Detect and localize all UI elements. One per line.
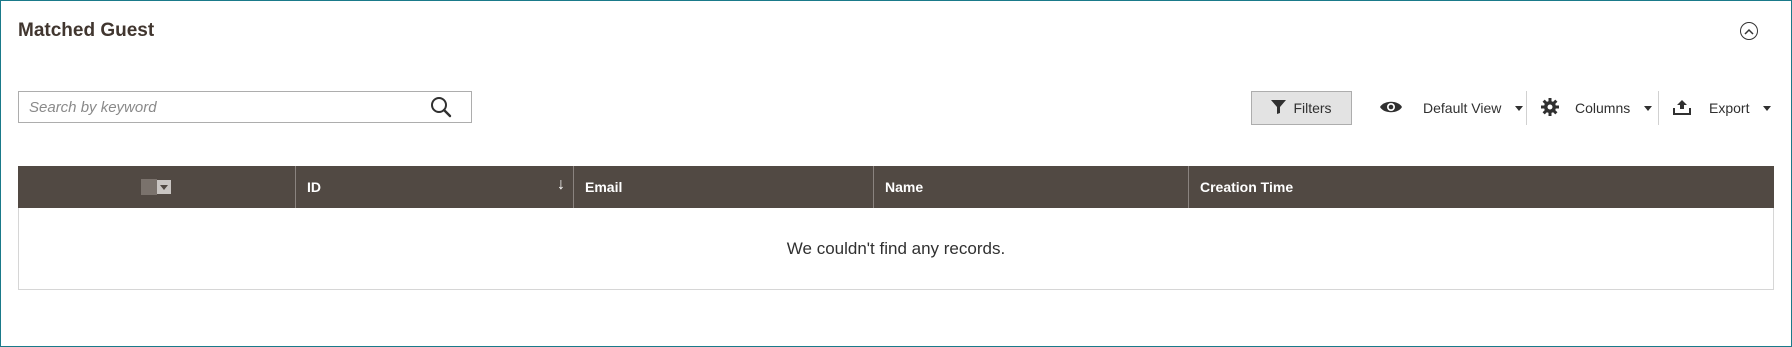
chevron-down-icon: [1763, 105, 1772, 111]
grid-header-row: ID ↓ Email Name Creation Time: [18, 166, 1774, 208]
search-icon[interactable]: [427, 93, 455, 121]
eye-icon: [1379, 99, 1403, 118]
toolbar-divider: [1658, 91, 1659, 125]
chevron-down-icon: [1515, 105, 1524, 111]
chevron-down-icon: [1644, 105, 1653, 111]
filters-button[interactable]: Filters: [1251, 91, 1352, 125]
column-header-label: Name: [885, 179, 924, 195]
filters-label: Filters: [1293, 100, 1332, 116]
column-header-creation-time[interactable]: Creation Time: [1189, 166, 1774, 208]
funnel-icon: [1271, 99, 1287, 117]
collapse-button[interactable]: [1740, 22, 1758, 40]
column-header-label: Creation Time: [1200, 179, 1294, 195]
mass-select-checkbox[interactable]: [140, 179, 157, 195]
chevron-up-icon: [1744, 22, 1754, 40]
mass-select-column: [18, 166, 296, 208]
sort-arrow-icon: ↓: [557, 176, 565, 193]
gear-icon: [1541, 97, 1559, 119]
column-header-label: Email: [585, 179, 623, 195]
empty-message: We couldn't find any records.: [18, 208, 1774, 290]
grid-panel: Matched Guest Filters Default View: [0, 0, 1792, 347]
column-header-name[interactable]: Name: [874, 166, 1189, 208]
view-switcher[interactable]: Default View: [1379, 91, 1524, 125]
search-input[interactable]: [19, 93, 427, 121]
chevron-down-icon[interactable]: [156, 180, 171, 194]
toolbar-divider: [1526, 91, 1527, 125]
export-label: Export: [1709, 100, 1750, 116]
mass-select-dropdown[interactable]: [140, 179, 173, 195]
column-header-email[interactable]: Email: [574, 166, 874, 208]
export-control[interactable]: Export: [1673, 91, 1772, 125]
column-header-id[interactable]: ID ↓: [296, 166, 574, 208]
column-header-label: ID: [307, 179, 321, 195]
section-title: Matched Guest: [18, 20, 155, 41]
data-grid: ID ↓ Email Name Creation Time We couldn'…: [18, 166, 1774, 290]
search-box: [18, 91, 472, 123]
view-label: Default View: [1423, 100, 1502, 116]
columns-control[interactable]: Columns: [1541, 91, 1653, 125]
export-icon: [1673, 99, 1691, 118]
columns-label: Columns: [1575, 100, 1631, 116]
